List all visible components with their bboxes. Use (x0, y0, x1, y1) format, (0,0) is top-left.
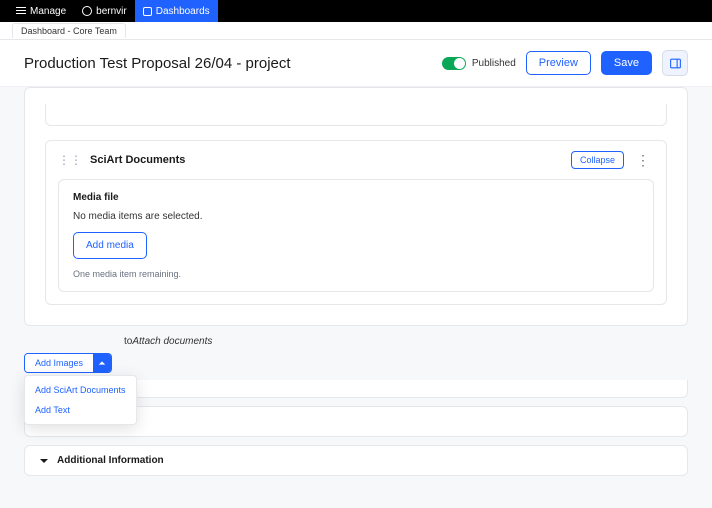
additional-info-accordion[interactable]: Additional Information (24, 445, 688, 476)
content-card: ⋮⋮ SciArt Documents Collapse ⋮ Media fil… (24, 87, 688, 326)
dropdown-add-sciart[interactable]: Add SciArt Documents (25, 380, 136, 400)
user-menu[interactable]: bernvir (74, 0, 135, 22)
published-label: Published (472, 58, 516, 69)
chevron-up-icon (98, 359, 106, 367)
published-toggle[interactable] (442, 57, 466, 70)
helper-italic: Attach documents (132, 336, 212, 347)
sidebar-toggle-button[interactable] (662, 50, 688, 76)
preview-button[interactable]: Preview (526, 51, 591, 75)
previous-block-stub (45, 104, 667, 126)
drag-handle-icon[interactable]: ⋮⋮ (58, 156, 82, 164)
admin-topbar: Manage bernvir Dashboards (0, 0, 712, 22)
dashboards-label: Dashboards (156, 6, 210, 17)
user-name: bernvir (96, 6, 127, 17)
page-header: Production Test Proposal 26/04 - project… (0, 40, 712, 87)
media-hint: One media item remaining. (73, 269, 639, 279)
add-images-caret[interactable] (93, 354, 111, 372)
page-title: Production Test Proposal 26/04 - project (24, 55, 291, 72)
block-header: ⋮⋮ SciArt Documents Collapse ⋮ (46, 141, 666, 179)
helper-text: toAttach documents (124, 336, 688, 347)
panel-icon (669, 57, 682, 70)
header-actions: Published Preview Save (442, 50, 688, 76)
additional-info-label: Additional Information (57, 455, 164, 466)
block-menu-icon[interactable]: ⋮ (632, 155, 654, 165)
block-title: SciArt Documents (90, 154, 185, 166)
manage-menu[interactable]: Manage (8, 0, 74, 22)
chevron-down-icon (39, 456, 49, 466)
add-images-split-button: Add Images Add SciArt Documents Add Text (24, 353, 112, 373)
add-media-button[interactable]: Add media (73, 232, 147, 259)
breadcrumb[interactable]: Dashboard - Core Team (12, 23, 126, 38)
sciart-documents-block: ⋮⋮ SciArt Documents Collapse ⋮ Media fil… (45, 140, 667, 305)
workspace: ⋮⋮ SciArt Documents Collapse ⋮ Media fil… (0, 87, 712, 500)
breadcrumb-bar: Dashboard - Core Team (0, 22, 712, 40)
collapse-button[interactable]: Collapse (571, 151, 624, 169)
published-toggle-wrap: Published (442, 57, 516, 70)
media-label: Media file (73, 192, 639, 203)
media-field: Media file No media items are selected. … (58, 179, 654, 292)
hamburger-icon (16, 7, 26, 15)
add-images-dropdown: Add SciArt Documents Add Text (24, 375, 137, 425)
add-images-button[interactable]: Add Images (25, 354, 93, 372)
dashboard-icon (143, 7, 152, 16)
user-icon (82, 6, 92, 16)
dashboards-tab[interactable]: Dashboards (135, 0, 218, 22)
save-button[interactable]: Save (601, 51, 652, 75)
media-empty-message: No media items are selected. (73, 211, 639, 222)
manage-label: Manage (30, 6, 66, 17)
dropdown-add-text[interactable]: Add Text (25, 400, 136, 420)
